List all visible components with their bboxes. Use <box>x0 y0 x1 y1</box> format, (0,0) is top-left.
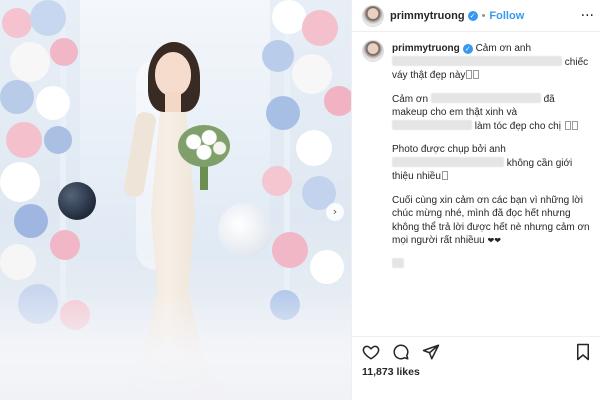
comment-icon[interactable] <box>392 343 410 361</box>
hearts-emoji: ❤❤ <box>487 236 501 245</box>
caption-paragraph-4: Cuối cùng xin cảm ơn các bạn vì những lờ… <box>392 194 590 248</box>
emoji-placeholder <box>564 120 571 130</box>
caption-username[interactable]: primmytruong <box>392 43 460 54</box>
separator-dot: • <box>481 9 486 22</box>
caption-text: primmytruong ✓ Cảm ơn anh chiếc váy thật … <box>392 42 590 271</box>
emoji-placeholder <box>441 171 448 180</box>
decor-sphere-dark <box>58 182 96 220</box>
redacted-mention <box>392 55 562 66</box>
header-username[interactable]: primmytruong <box>390 10 465 22</box>
post-caption: primmytruong ✓ Cảm ơn anh chiếc váy thật … <box>352 32 600 332</box>
photo-fog <box>0 290 351 400</box>
caption-text-fragment: làm tóc đẹp cho chị <box>474 120 561 132</box>
more-options-icon[interactable]: ··· <box>581 8 594 24</box>
verified-badge-icon: ✓ <box>467 10 478 21</box>
share-icon[interactable] <box>422 343 440 361</box>
verified-badge-icon: ✓ <box>462 44 473 54</box>
bridal-bouquet <box>178 125 230 167</box>
caption-text-fragment: Cảm ơn <box>392 93 429 105</box>
post-header: primmytruong ✓ • Follow ··· <box>352 0 600 32</box>
redacted-mention <box>392 257 404 268</box>
avatar[interactable] <box>362 4 384 27</box>
redacted-mention <box>392 156 504 167</box>
caption-paragraph-3: Photo được chụp bởi anh không cần giới t… <box>392 143 590 184</box>
caption-text-fragment: Cảm ơn anh <box>475 43 532 54</box>
caption-paragraph-5 <box>392 257 590 272</box>
follow-button[interactable]: Follow <box>489 10 524 22</box>
heart-icon[interactable] <box>362 343 380 361</box>
bride-face <box>155 52 191 96</box>
emoji-placeholder <box>466 70 473 79</box>
caption-paragraph-2: Cảm ơn đã makeup cho em thật xinh và làm… <box>392 92 590 134</box>
likes-count[interactable]: 11,873 likes <box>362 366 420 378</box>
redacted-mention <box>430 92 541 103</box>
emoji-placeholder <box>571 120 578 130</box>
post-side-panel: primmytruong ✓ • Follow ··· primmytruong… <box>351 0 600 400</box>
caption-avatar[interactable] <box>362 40 384 62</box>
post-photo[interactable]: › <box>0 0 351 400</box>
decor-sphere-light <box>218 203 272 257</box>
emoji-placeholder <box>473 70 480 79</box>
caption-paragraph-1: primmytruong ✓ Cảm ơn anh chiếc váy thật … <box>392 42 590 83</box>
redacted-mention <box>392 119 472 130</box>
chevron-right-icon[interactable]: › <box>326 203 344 221</box>
bookmark-icon[interactable] <box>575 343 591 361</box>
post-actions-bar <box>352 336 600 366</box>
caption-text-fragment: Photo được chụp bởi anh <box>392 144 506 155</box>
